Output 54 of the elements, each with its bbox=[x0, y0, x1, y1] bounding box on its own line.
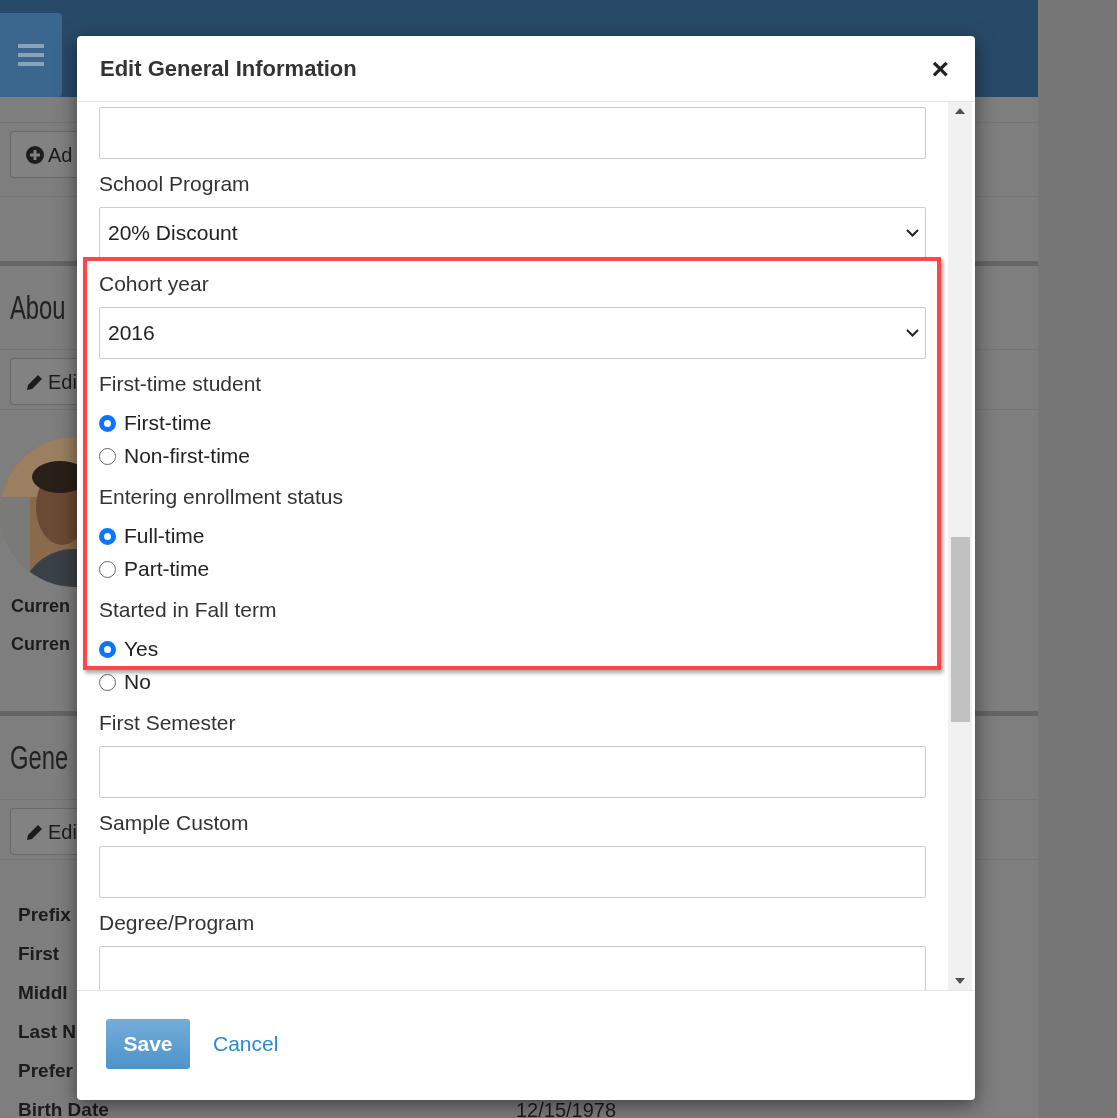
menu-icon bbox=[18, 44, 44, 66]
field-value: 12/15/1978 bbox=[516, 1098, 617, 1118]
radio-button[interactable] bbox=[99, 560, 116, 578]
chevron-down-icon bbox=[906, 329, 919, 337]
section-heading: Gene bbox=[10, 737, 69, 778]
edit-button[interactable]: Edi bbox=[10, 808, 77, 855]
field-label: Sample Custom bbox=[99, 811, 250, 835]
radio-option[interactable]: Yes bbox=[99, 637, 159, 661]
radio-option[interactable]: Full-time bbox=[99, 524, 205, 548]
field-label: First Semester bbox=[99, 711, 237, 735]
field-label: First-time student bbox=[99, 372, 263, 396]
radio-option[interactable]: First-time bbox=[99, 411, 212, 435]
radio-option[interactable]: Part-time bbox=[99, 557, 210, 581]
radio-option[interactable]: No bbox=[99, 670, 151, 694]
section-heading: Abou bbox=[10, 287, 66, 328]
input-field[interactable] bbox=[99, 846, 926, 898]
scrollbar[interactable] bbox=[948, 102, 972, 990]
menu-button[interactable] bbox=[0, 13, 62, 97]
select-field[interactable]: 2016 bbox=[99, 307, 926, 359]
pencil-icon bbox=[26, 822, 44, 841]
field-label: Middl bbox=[18, 981, 68, 1005]
input-field[interactable] bbox=[99, 946, 926, 990]
radio-option[interactable]: Non-first-time bbox=[99, 444, 250, 468]
radio-button[interactable] bbox=[99, 640, 116, 658]
radio-button[interactable] bbox=[99, 673, 116, 691]
field-label: Birth Date bbox=[18, 1098, 109, 1118]
field-label: Prefer bbox=[18, 1059, 73, 1083]
plus-circle-icon bbox=[26, 145, 44, 164]
edit-button[interactable]: Edi bbox=[10, 358, 77, 405]
field-label: Curren bbox=[11, 633, 70, 656]
scrollbar-thumb[interactable] bbox=[951, 537, 970, 722]
field-label: Prefix bbox=[18, 903, 71, 927]
cancel-link[interactable]: Cancel bbox=[213, 1027, 279, 1060]
chevron-down-icon bbox=[906, 229, 919, 237]
scroll-up-icon[interactable] bbox=[955, 108, 965, 114]
input-field[interactable] bbox=[99, 107, 926, 159]
field-label: Entering enrollment status bbox=[99, 485, 344, 509]
close-button[interactable]: × bbox=[931, 53, 949, 84]
field-label: School Program bbox=[99, 172, 251, 196]
input-field[interactable] bbox=[99, 746, 926, 798]
add-button[interactable]: Ad bbox=[10, 131, 77, 178]
pencil-icon bbox=[26, 372, 44, 391]
field-label: Started in Fall term bbox=[99, 598, 278, 622]
field-label: Last N bbox=[18, 1020, 77, 1044]
field-label: Cohort year bbox=[99, 272, 210, 296]
radio-button[interactable] bbox=[99, 414, 116, 432]
modal-title: Edit General Information bbox=[100, 55, 357, 83]
field-label: Degree/Program bbox=[99, 911, 256, 935]
radio-button[interactable] bbox=[99, 447, 116, 465]
field-label: First bbox=[18, 942, 60, 966]
radio-button[interactable] bbox=[99, 527, 116, 545]
scroll-down-icon[interactable] bbox=[955, 978, 965, 984]
select-field[interactable]: 20% Discount bbox=[99, 207, 926, 259]
field-label: Curren bbox=[11, 595, 70, 618]
